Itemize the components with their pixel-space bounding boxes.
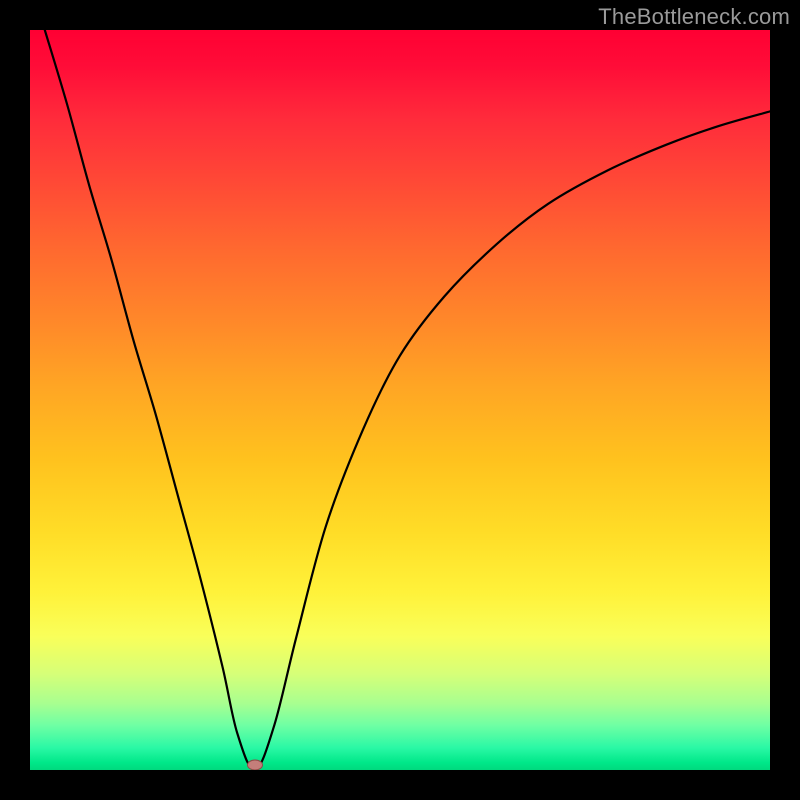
bottleneck-curve xyxy=(30,30,770,770)
watermark-label: TheBottleneck.com xyxy=(598,4,790,30)
minimum-marker xyxy=(247,759,263,770)
plot-area xyxy=(30,30,770,770)
chart-frame: TheBottleneck.com xyxy=(0,0,800,800)
